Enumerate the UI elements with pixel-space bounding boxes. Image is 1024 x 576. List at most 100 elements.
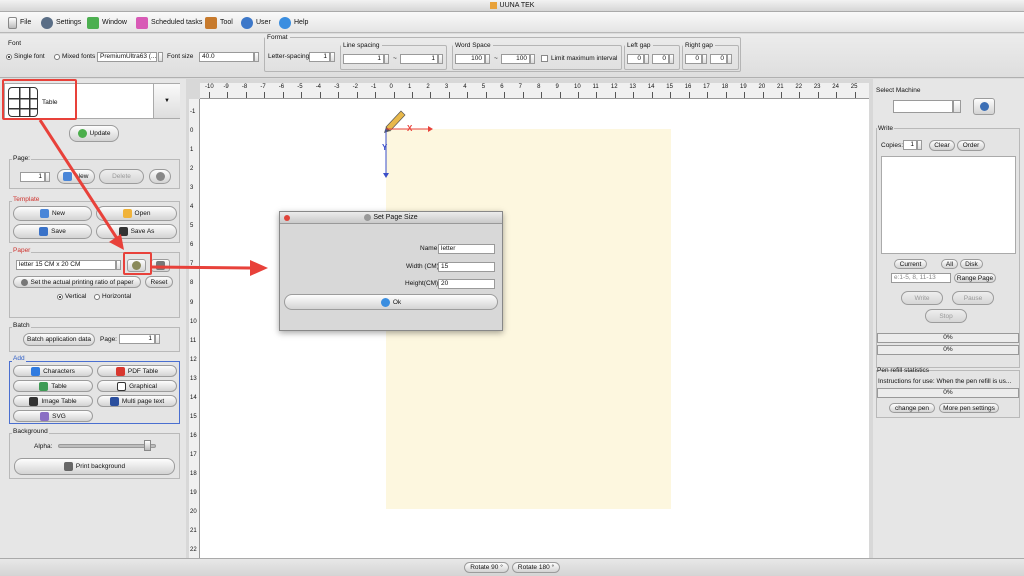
machine-select-arrow[interactable] <box>953 100 961 113</box>
copies-stepper[interactable] <box>917 140 922 150</box>
gear-icon <box>155 172 165 181</box>
add-table-button[interactable]: Table <box>13 380 93 392</box>
template-highlight-box <box>2 79 77 120</box>
left-gap-input-2[interactable]: 0 <box>652 54 669 64</box>
menu-help[interactable]: Help <box>279 15 308 30</box>
paper-size-arrow[interactable] <box>116 260 121 270</box>
write-queue-list[interactable] <box>881 156 1016 254</box>
add-graphical-button[interactable]: Graphical <box>97 380 177 392</box>
word-space-from-input[interactable]: 100 <box>455 54 485 64</box>
right-gap-stepper-1[interactable] <box>702 54 707 64</box>
disk-button[interactable]: Disk <box>960 259 983 269</box>
batch-page-stepper[interactable] <box>155 334 160 344</box>
add-characters-button[interactable]: Characters <box>13 365 93 377</box>
stop-button[interactable]: Stop <box>925 309 967 323</box>
menu-tool[interactable]: Tool <box>205 15 233 30</box>
font-size-arrow[interactable] <box>254 52 259 62</box>
machine-settings-button[interactable] <box>973 98 995 115</box>
single-font-radio[interactable] <box>6 54 12 60</box>
mixed-fonts-radio[interactable] <box>54 54 60 60</box>
ruler-h-tick: 3 <box>444 84 449 90</box>
change-pen-button[interactable]: change pen <box>889 403 935 413</box>
line-spacing-from-input[interactable]: 1 <box>343 54 384 64</box>
current-button[interactable]: Current <box>894 259 927 269</box>
horizontal-radio[interactable] <box>94 294 100 300</box>
ruler-h-tick: -5 <box>297 84 303 90</box>
font-select-arrow[interactable] <box>158 52 163 62</box>
write-button[interactable]: Write <box>901 291 943 305</box>
right-gap-input-1[interactable]: 0 <box>685 54 702 64</box>
add-svg-button[interactable]: SVG <box>13 410 93 422</box>
template-save-as-button[interactable]: Save As <box>96 224 177 239</box>
left-gap-stepper-2[interactable] <box>669 54 674 64</box>
line-spacing-to-input[interactable]: 1 <box>400 54 438 64</box>
update-button[interactable]: Update <box>69 125 119 142</box>
pause-button[interactable]: Pause <box>952 291 994 305</box>
limit-interval-label: Limit maximum interval <box>551 55 618 62</box>
right-gap-input-2[interactable]: 0 <box>710 54 727 64</box>
paper-size-select[interactable]: letter 15 CM x 20 CM <box>16 260 116 270</box>
letter-spacing-input[interactable]: 1 <box>309 52 330 62</box>
font-size-input[interactable]: 40.0 <box>199 52 254 62</box>
rotate-180-button[interactable]: Rotate 180 ° <box>512 562 560 573</box>
print-background-button[interactable]: Print background <box>14 458 175 475</box>
template-save-button[interactable]: Save <box>13 224 92 239</box>
batch-application-data-button[interactable]: Batch application data <box>23 333 95 346</box>
line-spacing-to-stepper[interactable] <box>438 54 443 64</box>
svg-icon <box>40 411 50 421</box>
word-space-to-stepper[interactable] <box>530 54 535 64</box>
vertical-radio[interactable] <box>57 294 63 300</box>
close-icon[interactable] <box>284 215 290 221</box>
word-space-to-input[interactable]: 100 <box>501 54 530 64</box>
page-stepper[interactable] <box>45 172 50 182</box>
name-input[interactable]: letter <box>438 244 495 254</box>
reset-button[interactable]: Reset <box>145 276 173 288</box>
new-page-button[interactable]: New <box>57 169 95 184</box>
menu-window[interactable]: Window <box>87 15 127 30</box>
ruler-h-tick-mark <box>836 92 838 98</box>
printing-ratio-button[interactable]: Set the actual printing ratio of paper <box>13 276 141 288</box>
paper-delete-button[interactable] <box>151 259 170 272</box>
add-multi-page-text-button[interactable]: Multi page text <box>97 395 177 407</box>
width-input[interactable]: 15 <box>438 262 495 272</box>
clear-button[interactable]: Clear <box>929 140 955 151</box>
font-select[interactable]: PremiumUltra63 (... <box>97 52 157 62</box>
alpha-slider-thumb[interactable] <box>144 440 152 451</box>
ruler-h-tick-mark <box>744 92 746 98</box>
menu-settings[interactable]: Settings <box>41 15 81 30</box>
menu-scheduled-tasks[interactable]: Scheduled tasks <box>136 15 202 30</box>
height-input[interactable]: 20 <box>438 279 495 289</box>
order-button[interactable]: Order <box>957 140 985 151</box>
delete-page-button[interactable]: Delete <box>99 169 144 184</box>
right-gap-stepper-2[interactable] <box>727 54 732 64</box>
ruler-h-tick: -3 <box>334 84 340 90</box>
page-input[interactable]: 1 <box>20 172 45 182</box>
template-new-button[interactable]: New <box>13 206 92 221</box>
ok-button[interactable]: Ok <box>284 294 498 310</box>
template-open-button[interactable]: Open <box>96 206 177 221</box>
range-page-button[interactable]: Range Page <box>954 273 996 283</box>
limit-interval-checkbox[interactable] <box>541 55 548 62</box>
line-spacing-from-stepper[interactable] <box>384 54 389 64</box>
ruler-v-tick: 8 <box>190 280 194 287</box>
menu-file[interactable]: File <box>8 15 31 30</box>
page-settings-button[interactable] <box>149 169 171 184</box>
batch-page-input[interactable]: 1 <box>119 334 155 344</box>
rotate-90-button[interactable]: Rotate 90 ° <box>464 562 509 573</box>
letter-spacing-stepper[interactable] <box>330 52 335 62</box>
add-pdf-table-button[interactable]: PDF Table <box>97 365 177 377</box>
alpha-slider-track[interactable] <box>58 444 156 448</box>
machine-select[interactable] <box>893 100 953 113</box>
word-space-from-stepper[interactable] <box>485 54 490 64</box>
template-dropdown-arrow[interactable]: ▼ <box>153 84 180 118</box>
range-page-input[interactable]: e:1-5, 8, 11-13 <box>891 273 951 283</box>
all-button[interactable]: All <box>941 259 958 269</box>
ruler-h-tick: -10 <box>205 84 214 90</box>
ruler-h-tick-mark <box>614 92 616 98</box>
left-gap-input-1[interactable]: 0 <box>627 54 644 64</box>
left-gap-stepper-1[interactable] <box>644 54 649 64</box>
more-pen-settings-button[interactable]: More pen settings <box>939 403 999 413</box>
copies-input[interactable]: 1 <box>903 140 917 150</box>
menu-user[interactable]: User <box>241 15 271 30</box>
add-image-table-button[interactable]: Image Table <box>13 395 93 407</box>
